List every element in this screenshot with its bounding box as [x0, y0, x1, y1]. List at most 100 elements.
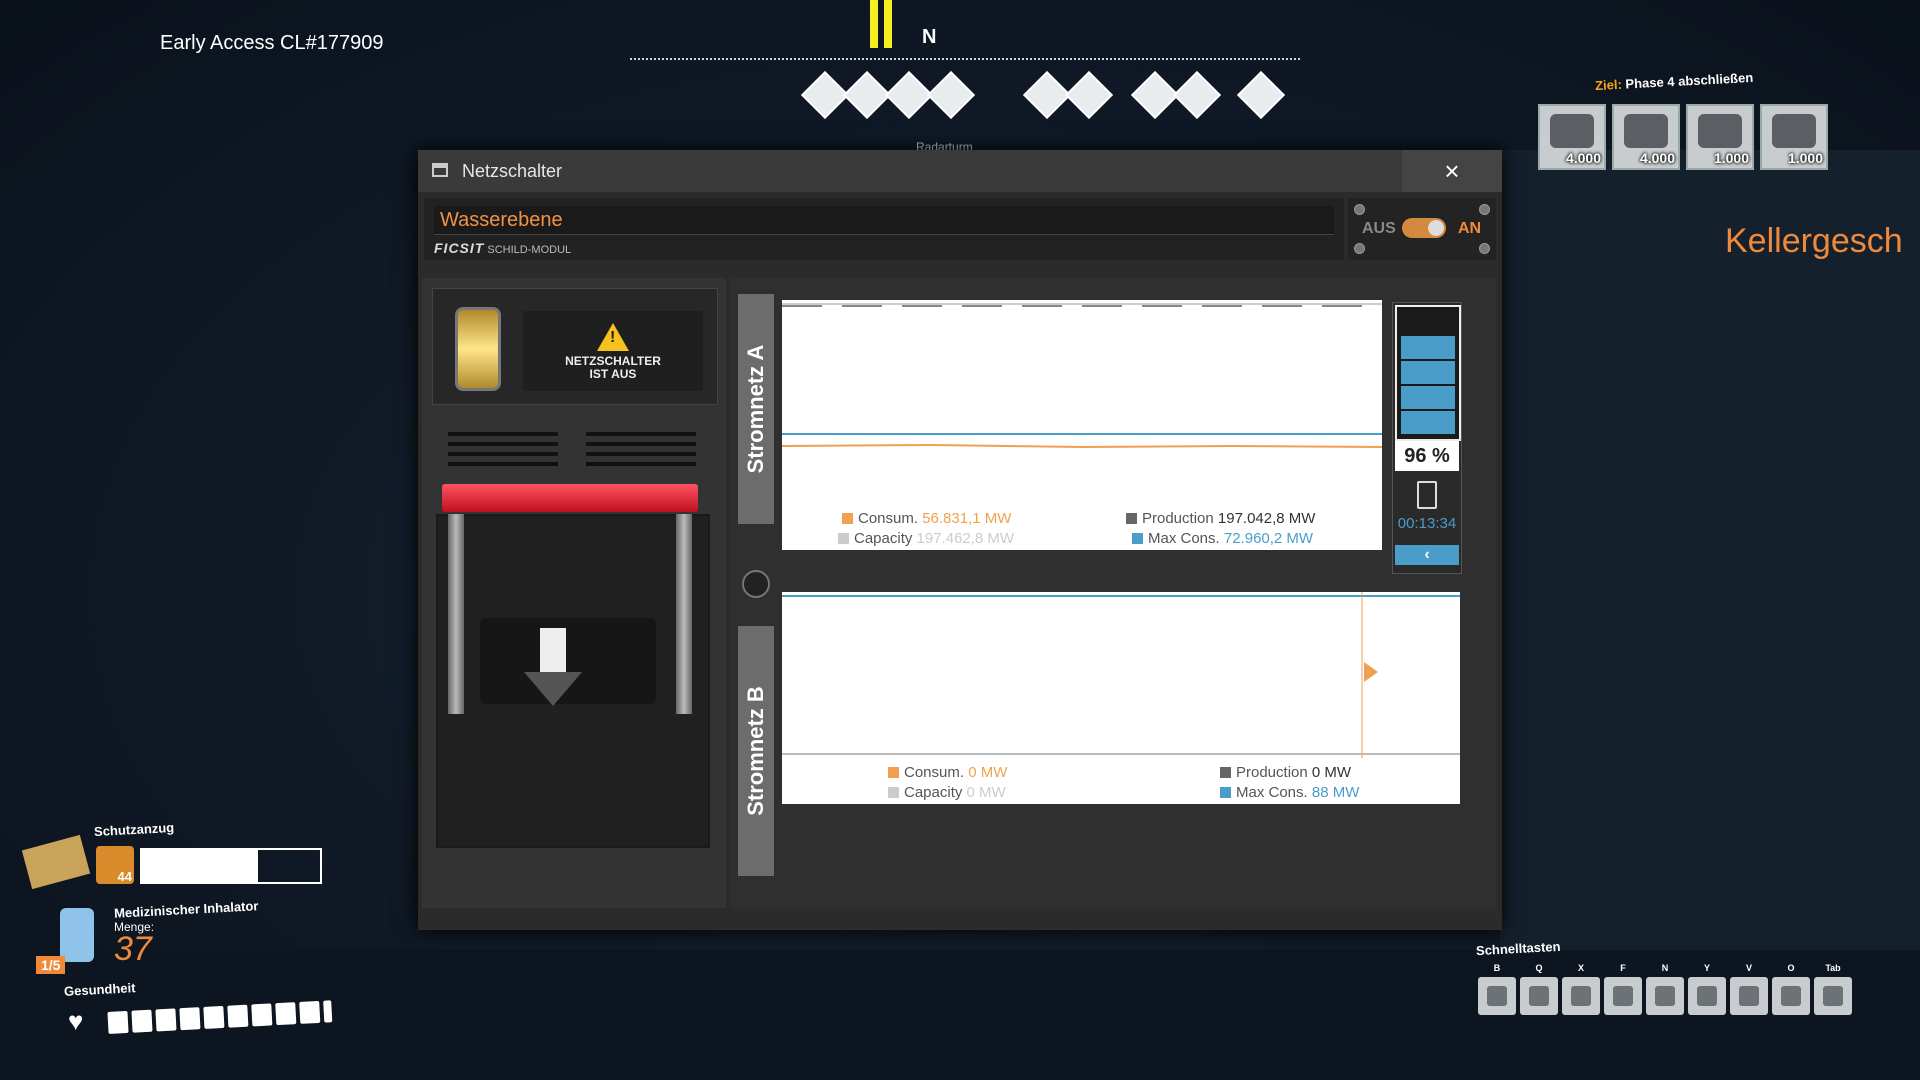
- quickslot-radar[interactable]: V: [1730, 963, 1768, 1015]
- goal-item: 4.000: [1612, 104, 1680, 170]
- battery-cell: [1401, 386, 1455, 409]
- quickslot-label: Schnelltasten: [1475, 938, 1561, 959]
- compass-line: [630, 58, 1300, 60]
- quickslot-paint[interactable]: X: [1562, 963, 1600, 1015]
- module-label: SCHILD-MODUL: [487, 244, 572, 256]
- amount-value: 37: [114, 930, 152, 968]
- suit-label: Schutzanzug: [93, 819, 175, 840]
- vent: [586, 452, 696, 456]
- lever-rail: [676, 514, 692, 714]
- quickslot-blueprint[interactable]: O: [1772, 963, 1810, 1015]
- hazmat-suit-icon: [21, 834, 91, 890]
- toggle-on-label: AN: [1458, 220, 1482, 237]
- power-switch-window: Netzschalter × Wasserebene FICSIT SCHILD…: [418, 150, 1502, 930]
- slot-indicator: 1/5: [36, 956, 66, 974]
- circuit-a-graph: [781, 300, 1383, 504]
- maxcons-legend: Max Cons. 72.960,2 MW: [1132, 530, 1313, 547]
- vent: [586, 462, 696, 466]
- background-sign: Kellergesch: [1725, 222, 1903, 260]
- switch-name-value: Wasserebene: [440, 209, 563, 231]
- compass-beacon-left: [870, 0, 878, 48]
- nuclear-rod-icon: [1772, 114, 1816, 148]
- battery-cell: [1401, 361, 1455, 384]
- cube-icon: [1823, 986, 1843, 1006]
- circuit-a-tab: Stromnetz A: [738, 294, 774, 524]
- lever-arrow-icon: [540, 628, 566, 672]
- health-bar: [107, 1000, 336, 1039]
- battery-panel: 96 % 00:13:34 ‹: [1392, 302, 1462, 574]
- toggle-panel: AUS AN: [1348, 198, 1496, 260]
- paint-brush-icon: [1571, 986, 1591, 1006]
- circuit-a-legend: Consum. 56.831,1 MW Production 197.042,8…: [782, 504, 1382, 550]
- battery-cell: [1401, 411, 1455, 434]
- circuits-panel: Stromnetz A Stromnetz B Consum. 56.831,1…: [730, 278, 1496, 908]
- vent: [586, 442, 696, 446]
- vent: [448, 432, 558, 436]
- quickslot-inventory[interactable]: Tab: [1814, 963, 1852, 1015]
- radar-tower-marker-icon: [1172, 70, 1222, 120]
- production-legend: Production 0 MW: [1220, 764, 1351, 781]
- health-label: Gesundheit: [63, 980, 136, 999]
- ficsit-logo: FICSIT: [434, 240, 485, 256]
- player-status-hud: Schutzanzug 44 Medizinischer Inhalator M…: [20, 810, 360, 1050]
- goal-panel: Ziel: Phase 4 abschließen 4.000 4.000 1.…: [1510, 70, 1850, 170]
- capacity-legend: Capacity 0 MW: [888, 784, 1006, 801]
- radar-tower-marker-icon: [1236, 70, 1286, 120]
- battery-gauge: [1395, 305, 1461, 441]
- signal-icon: [1739, 986, 1759, 1006]
- battery-module-icon: [1624, 114, 1668, 148]
- capacity-legend: Capacity 197.462,8 MW: [838, 530, 1014, 547]
- compass: N Radarturm: [630, 0, 1300, 154]
- circuit-b-graph: [782, 592, 1460, 758]
- magnifier-icon: [1655, 986, 1675, 1006]
- window-icon: [432, 163, 448, 177]
- power-lever-handle[interactable]: [480, 618, 656, 706]
- name-panel: Wasserebene FICSIT SCHILD-MODUL: [424, 198, 1344, 260]
- warning-box: ! NETZSCHALTER IST AUS: [432, 288, 718, 405]
- quickslot-map[interactable]: Y: [1688, 963, 1726, 1015]
- hammer-icon: [1529, 986, 1549, 1006]
- vent: [448, 462, 558, 466]
- power-toggle[interactable]: [1402, 218, 1446, 238]
- warning-icon: !: [597, 323, 629, 351]
- goal-item: 1.000: [1760, 104, 1828, 170]
- warning-display: ! NETZSCHALTER IST AUS: [523, 311, 703, 391]
- radar-tower-marker-icon: [884, 70, 934, 120]
- item-label: Medizinischer Inhalator: [113, 898, 259, 921]
- window-title: Netzschalter: [462, 161, 563, 181]
- radar-tower-marker-icon: [800, 70, 850, 120]
- battery-time: 00:13:34: [1397, 515, 1457, 532]
- warning-text: NETZSCHALTER IST AUS: [565, 354, 661, 381]
- heart-icon: ♥: [68, 1006, 84, 1036]
- circuit-b-legend: Consum. 0 MW Production 0 MW Capacity 0 …: [782, 758, 1460, 804]
- suit-durability-frame: [140, 848, 322, 884]
- switch-panel: ! NETZSCHALTER IST AUS: [422, 278, 726, 908]
- radar-tower-marker-icon: [926, 70, 976, 120]
- blueprint-icon: [1781, 986, 1801, 1006]
- circuit-link-knob: [742, 570, 770, 598]
- screw: [1354, 204, 1365, 215]
- lever-arrowhead: [524, 672, 582, 706]
- goal-title: Ziel: Phase 4 abschließen: [1594, 69, 1754, 94]
- lever-top-bar: [442, 484, 698, 512]
- quickslot-build[interactable]: B: [1478, 963, 1516, 1015]
- cursor-pointer-icon: [1364, 662, 1378, 682]
- quickslot-hud: Schnelltasten B Q X F N Y V O Tab: [1470, 935, 1870, 1055]
- background-wall: [1500, 150, 1920, 950]
- filter-icon: 44: [96, 846, 134, 884]
- screw: [1479, 204, 1490, 215]
- circuit-b-tab: Stromnetz B: [738, 626, 774, 876]
- quickslot-dismantle[interactable]: Q: [1520, 963, 1558, 1015]
- switch-name-input[interactable]: Wasserebene: [434, 206, 1334, 235]
- close-button[interactable]: ×: [1402, 150, 1502, 192]
- maxcons-legend: Max Cons. 88 MW: [1220, 784, 1359, 801]
- battery-collapse-button[interactable]: ‹: [1395, 545, 1459, 565]
- radar-tower-marker-icon: [1130, 70, 1180, 120]
- toggle-off-label: AUS: [1362, 220, 1396, 237]
- quickslot-flashlight[interactable]: F: [1604, 963, 1642, 1015]
- quickslot-scan[interactable]: N: [1646, 963, 1684, 1015]
- production-legend: Production 197.042,8 MW: [1126, 510, 1315, 527]
- inhaler-icon: [60, 908, 94, 962]
- window-titlebar: Netzschalter ×: [418, 150, 1502, 192]
- battery-cell: [1401, 336, 1455, 359]
